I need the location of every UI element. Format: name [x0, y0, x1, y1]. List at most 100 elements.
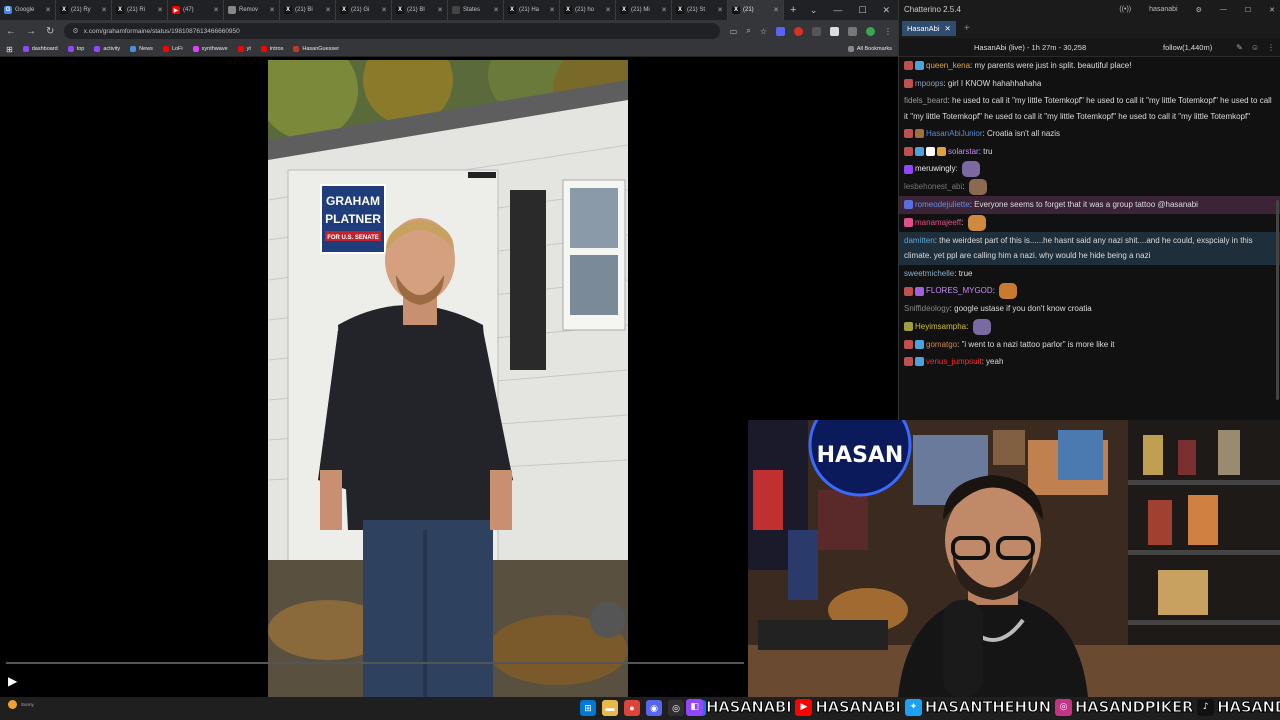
chat-message-list[interactable]: queen_kena: my parents were just in spli… — [899, 57, 1280, 420]
tab-close-icon[interactable]: ✕ — [549, 6, 555, 14]
maximize-icon[interactable]: ☐ — [858, 5, 866, 16]
browser-tab[interactable]: X (21) Gi ✕ — [336, 0, 392, 20]
bookmark-item[interactable]: dashboard — [22, 46, 58, 52]
adblock-extension-icon[interactable] — [794, 26, 803, 36]
tab-close-icon[interactable]: ✕ — [269, 6, 275, 14]
tab-hasanabi[interactable]: HasanAbi ✕ — [902, 21, 956, 36]
chat-message[interactable]: venus_jumpsuit: yeah — [899, 353, 1280, 371]
browser-tab[interactable]: X (21) Ry ✕ — [56, 0, 112, 20]
menu-kebab-icon[interactable]: ⋮ — [1267, 43, 1275, 52]
new-tab-button[interactable]: + — [784, 0, 802, 20]
weather-widget[interactable]: Sunny — [8, 700, 34, 709]
chat-username[interactable]: meruwingly — [915, 164, 955, 173]
chat-badge-icon[interactable] — [904, 339, 913, 349]
chat-username[interactable]: romeodejuliette — [915, 200, 970, 209]
back-icon[interactable]: ← — [6, 26, 16, 37]
chat-username[interactable]: fidels_beard — [904, 96, 948, 105]
chat-username[interactable]: Heyimsampha — [915, 322, 966, 331]
chat-badge-icon[interactable] — [904, 322, 913, 331]
all-bookmarks-folder[interactable]: All Bookmarks — [847, 46, 892, 52]
reload-icon[interactable]: ↻ — [46, 26, 54, 37]
video-progress-bar[interactable] — [6, 662, 744, 664]
discord-icon[interactable]: ◉ — [646, 700, 662, 716]
current-user[interactable]: hasanabi — [1149, 6, 1177, 13]
chat-username[interactable]: manamajeeff — [915, 218, 961, 227]
browser-tab[interactable]: G Google ✕ — [0, 0, 56, 20]
users-icon[interactable]: ☺ — [1251, 43, 1259, 52]
chat-username[interactable]: HasanAbiJunior — [926, 129, 982, 138]
chat-badge-icon[interactable] — [904, 218, 913, 227]
bookmark-item[interactable]: intros — [260, 46, 283, 52]
chat-message[interactable]: solarstar: tru — [899, 143, 1280, 161]
address-bar[interactable]: ⚙ x.com/grahamformaine/status/1981087613… — [64, 23, 720, 39]
chat-scrollbar[interactable] — [1276, 200, 1279, 400]
minimize-icon[interactable]: — — [833, 5, 842, 15]
site-info-icon[interactable]: ⚙ — [72, 27, 78, 35]
browser-tab[interactable]: States ✕ — [448, 0, 504, 20]
browser-tab[interactable]: X (21) St ✕ — [672, 0, 728, 20]
chat-badge-icon[interactable] — [904, 129, 913, 139]
tab-close-icon[interactable]: ✕ — [101, 6, 107, 14]
bookmark-item[interactable]: yt — [237, 46, 251, 52]
chat-badge-icon[interactable] — [915, 357, 924, 367]
browser-tab[interactable]: X (21) Ha ✕ — [504, 0, 560, 20]
chat-message[interactable]: fidels_beard: he used to call it "my lit… — [899, 92, 1280, 125]
bookmark-item[interactable]: HasanGuesser — [293, 46, 339, 52]
extension-icon[interactable] — [812, 26, 821, 36]
minimize-icon[interactable]: — — [1220, 6, 1227, 13]
tab-close-icon[interactable]: ✕ — [157, 6, 163, 14]
tab-close-icon[interactable]: ✕ — [325, 6, 331, 14]
video-player[interactable]: GRAHAM PLATNER FOR U.S. SENATE ▶ — [0, 57, 748, 697]
bookmark-item[interactable]: News — [130, 46, 153, 52]
chat-message[interactable]: romeodejuliette: Everyone seems to forge… — [899, 196, 1280, 214]
chat-badge-icon[interactable] — [937, 146, 946, 156]
browser-tab[interactable]: X (21) Bl ✕ — [392, 0, 448, 20]
extension-icon[interactable] — [830, 26, 839, 36]
chat-message[interactable]: gomatgo: "i went to a nazi tattoo parlor… — [899, 336, 1280, 354]
chat-badge-icon[interactable] — [915, 339, 924, 349]
forward-icon[interactable]: → — [26, 26, 36, 37]
chat-message[interactable]: Sniffideology: google ustase if you don'… — [899, 300, 1280, 318]
browser-tab[interactable]: X (21) Ri ✕ — [112, 0, 168, 20]
chat-badge-icon[interactable] — [915, 146, 924, 156]
chat-message[interactable]: manamajeeff: — [899, 214, 1280, 232]
chat-message[interactable]: queen_kena: my parents were just in spli… — [899, 57, 1280, 75]
settings-gear-icon[interactable]: ⚙ — [1196, 6, 1202, 14]
chat-username[interactable]: lesbehonest_abi — [904, 182, 962, 191]
chat-badge-icon[interactable] — [904, 146, 913, 156]
browser-tab[interactable]: X (21) Mi ✕ — [616, 0, 672, 20]
chat-message[interactable]: sweetmichelle: true — [899, 265, 1280, 283]
follow-button[interactable]: follow(1,440m) — [1163, 43, 1212, 52]
pencil-icon[interactable]: ✎ — [1236, 43, 1243, 52]
chat-message[interactable]: mpoops: girl I KNOW hahahhahaha — [899, 75, 1280, 93]
tab-close-icon[interactable]: ✕ — [45, 6, 51, 14]
browser-tab[interactable]: X (21) Bi ✕ — [280, 0, 336, 20]
chat-username[interactable]: gomatgo — [926, 340, 957, 349]
tab-close-icon[interactable]: ✕ — [381, 6, 387, 14]
chat-username[interactable]: queen_kena — [926, 61, 970, 70]
chat-username[interactable]: damitten — [904, 236, 935, 245]
chat-badge-icon[interactable] — [904, 200, 913, 210]
tab-close-icon[interactable]: ✕ — [661, 6, 667, 14]
chat-message[interactable]: meruwingly: — [899, 160, 1280, 178]
extensions-puzzle-icon[interactable] — [848, 26, 857, 36]
chat-badge-icon[interactable] — [904, 61, 913, 71]
chat-username[interactable]: FLORES_MYGOD — [926, 286, 993, 295]
chat-badge-icon[interactable] — [926, 146, 935, 156]
chat-badge-icon[interactable] — [904, 78, 913, 88]
tab-close-icon[interactable]: ✕ — [493, 6, 499, 14]
bookmark-item[interactable]: top — [67, 46, 84, 52]
chat-username[interactable]: Sniffideology — [904, 304, 950, 313]
browser-tab[interactable]: X (21) ho ✕ — [560, 0, 616, 20]
browser-tab[interactable]: ▶ (47) ✕ — [168, 0, 224, 20]
chat-message[interactable]: damitten: the weirdest part of this is..… — [899, 231, 1280, 265]
discord-extension-icon[interactable] — [776, 26, 785, 36]
chat-username[interactable]: venus_jumpsuit — [926, 357, 982, 366]
tab-close-icon[interactable]: ✕ — [945, 24, 951, 33]
add-tab-icon[interactable]: + — [964, 23, 970, 34]
chat-message[interactable]: HasanAbiJunior: Croatia isn't all nazis — [899, 125, 1280, 143]
chat-badge-icon[interactable] — [904, 164, 913, 174]
maximize-icon[interactable]: ☐ — [1245, 6, 1251, 14]
tab-close-icon[interactable]: ✕ — [773, 6, 779, 14]
chat-message[interactable]: Heyimsampha: — [899, 318, 1280, 336]
